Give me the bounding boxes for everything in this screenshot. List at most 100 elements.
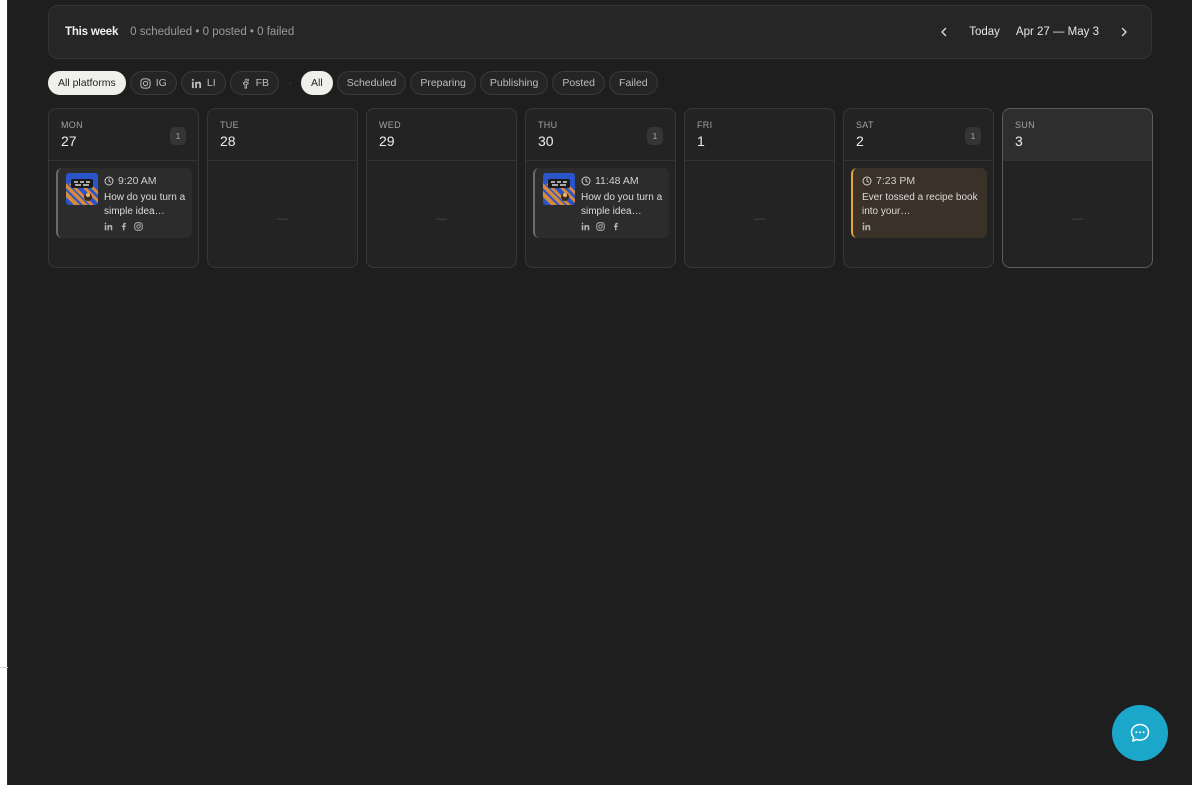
chip-label: Posted [562,77,596,89]
chat-bubble-icon [1130,723,1150,742]
post-caption: How do you turn a simple idea… [581,192,663,217]
day-column-thu[interactable]: THU 30 1 11:48 AM How do you turn a simple i… [525,108,676,268]
chevron-right-icon [1121,27,1127,37]
post-time: 11:48 AM [581,175,663,187]
chip-label: All [311,77,323,89]
post-platforms [104,222,186,231]
day-column-tue[interactable]: TUE 28 — [207,108,358,268]
post-body: 9:20 AM How do you turn a simple idea… [104,175,186,231]
next-week-button[interactable] [1113,21,1135,43]
post-time-text: 11:48 AM [595,175,639,187]
day-column-wed[interactable]: WED 29 — [366,108,517,268]
filter-status-preparing[interactable]: Preparing [410,71,476,95]
chip-label: Publishing [489,77,539,89]
post-time: 7:23 PM [862,175,981,187]
week-header-bar: This week 0 scheduled • 0 posted • 0 fai… [48,5,1152,59]
week-navigation: Today Apr 27 — May 3 [933,21,1135,43]
day-name: MON [61,120,83,130]
day-header: WED 29 [367,109,516,161]
day-number: 30 [538,133,554,149]
instagram-icon [596,222,605,231]
day-column-sun[interactable]: SUN 3 — [1002,108,1153,268]
day-number: 3 [1015,133,1023,149]
facebook-icon [613,222,618,231]
filter-status-scheduled[interactable]: Scheduled [336,71,407,95]
chip-label: Scheduled [346,77,397,89]
facebook-icon [121,222,126,231]
filter-all-platforms[interactable]: All platforms [48,71,126,95]
filter-linkedin[interactable]: LI [180,71,226,95]
filter-bar: All platforms IG LI FB · All Scheduled P… [48,71,658,95]
chip-label: All platforms [58,77,116,89]
clock-icon [104,176,114,186]
post-caption: Ever tossed a recipe book into your… [862,192,978,217]
day-name: SUN [1015,120,1035,130]
day-name: SAT [856,120,874,130]
day-number: 29 [379,133,395,149]
day-name: TUE [220,120,239,130]
today-button[interactable]: Today [969,26,1000,38]
day-column-mon[interactable]: MON 27 1 9:20 AM How do you turn a simple id… [48,108,199,268]
panel-divider [0,667,8,668]
facebook-icon [242,78,249,88]
clock-icon [581,176,591,186]
day-header: TUE 28 [208,109,357,161]
post-count-badge: 1 [647,127,663,145]
day-header: FRI 1 [685,109,834,161]
day-name: WED [379,120,401,130]
day-number: 27 [61,133,77,149]
filter-status-publishing[interactable]: Publishing [479,71,549,95]
filter-status-failed[interactable]: Failed [609,71,658,95]
post-platforms [862,222,981,231]
instagram-icon [134,222,143,231]
day-number: 2 [856,133,864,149]
clock-icon [862,176,872,186]
day-name: FRI [697,120,713,130]
filter-status-all[interactable]: All [301,71,333,95]
post-platforms [581,222,663,231]
post-time: 9:20 AM [104,175,186,187]
post-thumbnail [66,173,98,205]
filter-facebook[interactable]: FB [229,71,280,95]
week-stats: 0 scheduled • 0 posted • 0 failed [130,26,295,38]
chip-label: Failed [619,77,648,89]
chat-button[interactable] [1112,705,1168,761]
scheduled-post-card[interactable]: 7:23 PM Ever tossed a recipe book into yo… [851,168,987,238]
chip-label: IG [155,77,167,89]
day-header: SUN 3 [1003,109,1152,161]
day-number: 28 [220,133,236,149]
filter-separator: · [288,77,292,89]
chip-label: Preparing [420,77,466,89]
post-thumbnail-image [66,173,98,205]
filter-status-posted[interactable]: Posted [552,71,606,95]
linkedin-icon [862,222,871,231]
chevron-left-icon [941,27,947,37]
empty-day-placeholder: — [277,213,288,225]
linkedin-icon [104,222,113,231]
post-count-badge: 1 [965,127,981,145]
linkedin-icon [191,78,201,88]
empty-day-placeholder: — [436,213,447,225]
prev-week-button[interactable] [933,21,955,43]
day-column-fri[interactable]: FRI 1 — [684,108,835,268]
chip-label: FB [255,77,270,89]
week-title: This week [65,26,119,38]
scheduled-post-card[interactable]: 9:20 AM How do you turn a simple idea… [56,168,192,238]
filter-instagram[interactable]: IG [129,71,177,95]
post-time-text: 7:23 PM [876,175,916,187]
post-time-text: 9:20 AM [118,175,157,187]
instagram-icon [140,77,151,89]
day-header: THU 30 1 [526,109,675,161]
post-thumbnail-image [543,173,575,205]
day-header: MON 27 1 [49,109,198,161]
day-column-sat[interactable]: SAT 2 1 7:23 PM Ever tossed a recipe book in… [843,108,994,268]
post-body: 7:23 PM Ever tossed a recipe book into yo… [862,175,981,231]
post-thumbnail [543,173,575,205]
empty-day-placeholder: — [1072,213,1083,225]
linkedin-icon [581,222,590,231]
day-name: THU [538,120,558,130]
left-edge-panel [0,0,8,785]
chip-label: LI [206,77,216,89]
date-range: Apr 27 — May 3 [1015,26,1099,38]
scheduled-post-card[interactable]: 11:48 AM How do you turn a simple idea… [533,168,669,238]
